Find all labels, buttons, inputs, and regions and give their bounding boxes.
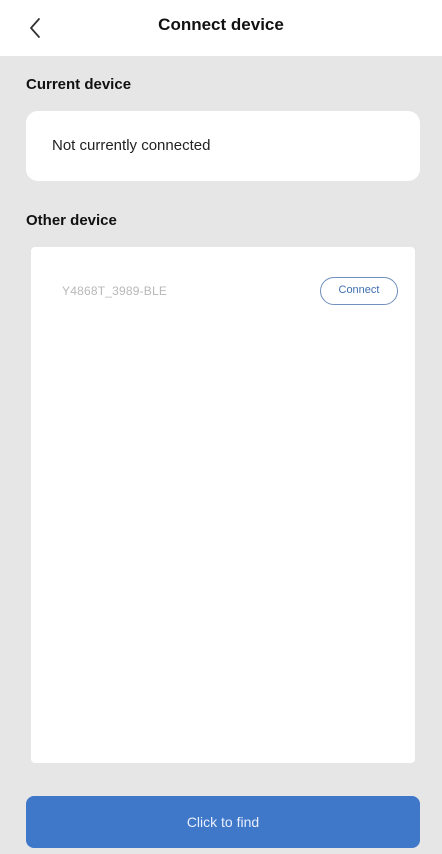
connect-device-screen: Connect device Current device Not curren… <box>0 0 442 854</box>
current-device-label: Current device <box>26 76 132 93</box>
connect-button[interactable]: Connect <box>320 277 398 305</box>
click-to-find-button[interactable]: Click to find <box>26 796 420 848</box>
top-bar: Connect device <box>0 0 442 56</box>
device-name: Y4868T_3989-BLE <box>62 284 168 298</box>
other-device-label: Other device <box>26 212 117 229</box>
current-device-status: Not currently connected <box>52 137 211 154</box>
current-device-card: Not currently connected <box>26 111 420 181</box>
page-title: Connect device <box>158 15 284 34</box>
device-list: Y4868T_3989-BLE Connect <box>31 247 415 763</box>
list-item: Y4868T_3989-BLE Connect <box>31 275 415 309</box>
